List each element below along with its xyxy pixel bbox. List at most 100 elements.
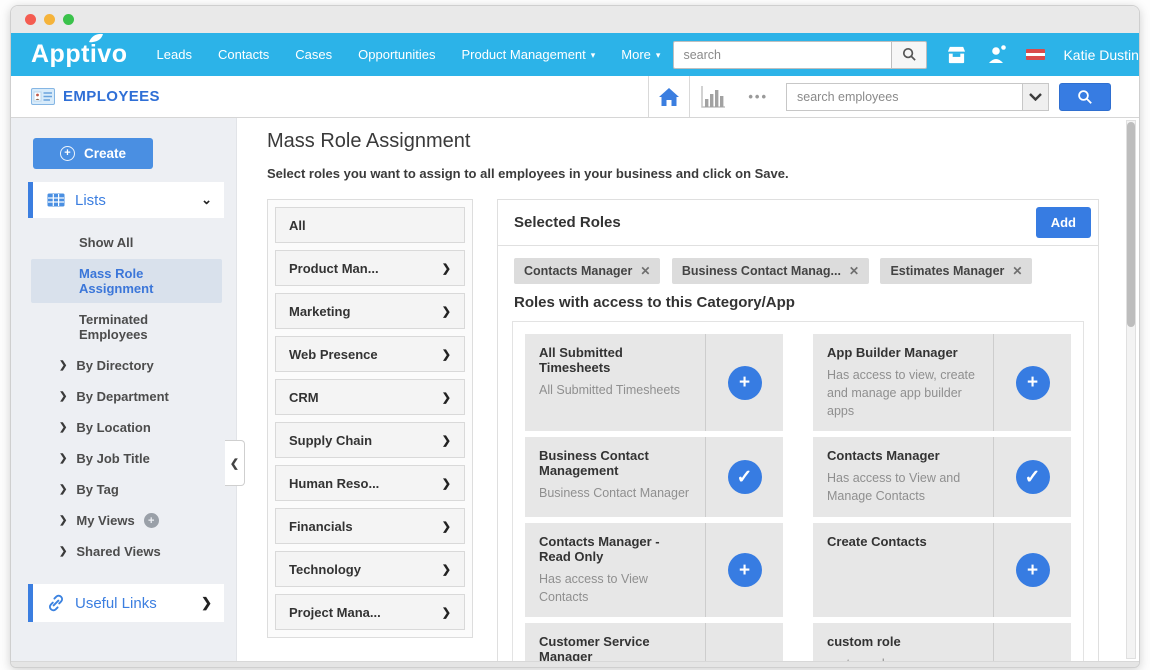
category-technology[interactable]: Technology❯ bbox=[275, 551, 465, 587]
role-title: Contacts Manager - Read Only bbox=[539, 534, 691, 564]
chevron-right-icon: ❯ bbox=[442, 520, 451, 533]
window-bottom-edge bbox=[11, 661, 1139, 667]
bar-chart-icon bbox=[698, 84, 728, 110]
user-name: Katie Dustin bbox=[1063, 47, 1138, 63]
nav-more[interactable]: More▾ bbox=[608, 33, 673, 77]
apptivo-logo[interactable]: Apptivo bbox=[31, 40, 128, 69]
nav-contacts[interactable]: Contacts bbox=[205, 33, 282, 76]
category-web-presence[interactable]: Web Presence❯ bbox=[275, 336, 465, 372]
sidebar-item-by-job-title[interactable]: ❯By Job Title bbox=[31, 444, 222, 473]
role-card: Contacts ManagerHas access to View and M… bbox=[813, 437, 1071, 517]
sidebar-item-show-all[interactable]: Show All bbox=[31, 228, 222, 257]
chevron-right-icon: ❯ bbox=[201, 595, 212, 611]
chevron-right-icon: ❯ bbox=[442, 348, 451, 361]
vertical-scrollbar bbox=[1126, 120, 1136, 659]
useful-links-label: Useful Links bbox=[75, 595, 157, 612]
category-marketing[interactable]: Marketing❯ bbox=[275, 293, 465, 329]
chevron-right-icon: ❯ bbox=[442, 563, 451, 576]
category-human-resources[interactable]: Human Reso...❯ bbox=[275, 465, 465, 501]
search-icon bbox=[1077, 89, 1093, 105]
search-type-dropdown[interactable] bbox=[1022, 83, 1049, 111]
chevron-right-icon: ❯ bbox=[59, 546, 67, 557]
window-zoom-button[interactable] bbox=[63, 14, 74, 25]
chevron-down-icon bbox=[1029, 93, 1042, 101]
employee-search-button[interactable] bbox=[1059, 83, 1111, 111]
active-accent-bar bbox=[28, 584, 33, 622]
apptivo-logo-text: Apptivo bbox=[31, 40, 128, 68]
more-options-icon[interactable]: ••• bbox=[736, 89, 780, 104]
nav-product-management[interactable]: Product Management▾ bbox=[448, 33, 608, 77]
category-project-management[interactable]: Project Mana...❯ bbox=[275, 594, 465, 630]
role-title: custom role bbox=[827, 634, 979, 649]
chevron-right-icon: ❯ bbox=[59, 484, 67, 495]
sidebar-item-lists[interactable]: Lists ⌄ bbox=[33, 182, 224, 218]
reports-button[interactable] bbox=[690, 76, 736, 117]
global-search bbox=[673, 41, 927, 69]
category-crm[interactable]: CRM❯ bbox=[275, 379, 465, 415]
selected-role-button[interactable]: ✓ bbox=[728, 460, 762, 494]
nav-opportunities[interactable]: Opportunities bbox=[345, 33, 448, 76]
top-navbar: Apptivo Leads Contacts Cases Opportuniti… bbox=[11, 33, 1139, 76]
roles-panel: Selected Roles Add Contacts Manager✕ Bus… bbox=[497, 199, 1099, 661]
sidebar: + Create Lists ⌄ Show All Mass Role Assi… bbox=[11, 118, 237, 661]
role-description: Has access to View Contacts bbox=[539, 570, 691, 606]
sidebar-item-useful-links[interactable]: Useful Links ❯ bbox=[33, 584, 224, 622]
plus-icon: + bbox=[60, 146, 75, 161]
sidebar-item-my-views[interactable]: ❯My Views+ bbox=[31, 506, 222, 535]
search-icon bbox=[902, 47, 917, 62]
sidebar-item-mass-role-assignment[interactable]: Mass Role Assignment bbox=[31, 259, 222, 303]
page-subtitle: Select roles you want to assign to all e… bbox=[267, 166, 1099, 181]
global-search-button[interactable] bbox=[891, 41, 927, 69]
selected-role-button[interactable]: ✓ bbox=[1016, 460, 1050, 494]
window-close-button[interactable] bbox=[25, 14, 36, 25]
scrollbar-thumb[interactable] bbox=[1127, 122, 1135, 327]
caret-down-icon: ▾ bbox=[656, 50, 661, 60]
app-bar: EMPLOYEES ••• bbox=[11, 76, 1139, 118]
link-icon bbox=[47, 594, 65, 612]
sidebar-item-by-department[interactable]: ❯By Department bbox=[31, 382, 222, 411]
caret-down-icon: ▾ bbox=[591, 50, 596, 60]
category-all[interactable]: All bbox=[275, 207, 465, 243]
role-chip[interactable]: Estimates Manager✕ bbox=[880, 258, 1032, 284]
browser-window: Apptivo Leads Contacts Cases Opportuniti… bbox=[10, 5, 1140, 668]
sidebar-item-by-location[interactable]: ❯By Location bbox=[31, 413, 222, 442]
chevron-right-icon: ❯ bbox=[442, 391, 451, 404]
sidebar-item-by-directory[interactable]: ❯By Directory bbox=[31, 351, 222, 380]
add-role-button[interactable]: + bbox=[728, 553, 762, 587]
category-supply-chain[interactable]: Supply Chain❯ bbox=[275, 422, 465, 458]
window-minimize-button[interactable] bbox=[44, 14, 55, 25]
user-notifications-icon[interactable] bbox=[986, 44, 1008, 65]
user-menu[interactable]: Katie Dustin ▾ bbox=[1063, 47, 1140, 63]
close-icon[interactable]: ✕ bbox=[849, 264, 859, 278]
sidebar-collapse-handle[interactable]: ❮ bbox=[225, 440, 245, 486]
close-icon[interactable]: ✕ bbox=[1012, 264, 1022, 278]
selected-role-chips: Contacts Manager✕ Business Contact Manag… bbox=[498, 246, 1098, 288]
role-card: Create Contacts + bbox=[813, 523, 1071, 617]
add-role-button[interactable]: + bbox=[1016, 553, 1050, 587]
category-product-management[interactable]: Product Man...❯ bbox=[275, 250, 465, 286]
role-chip[interactable]: Contacts Manager✕ bbox=[514, 258, 660, 284]
store-icon[interactable] bbox=[945, 45, 968, 65]
role-card: App Builder ManagerHas access to view, c… bbox=[813, 334, 1071, 431]
role-description: Has access to View and Manage Contacts bbox=[827, 469, 979, 505]
global-search-input[interactable] bbox=[673, 41, 891, 69]
nav-cases[interactable]: Cases bbox=[282, 33, 345, 76]
add-role-button[interactable]: + bbox=[728, 366, 762, 400]
category-list: All Product Man...❯ Marketing❯ Web Prese… bbox=[267, 199, 473, 638]
role-chip[interactable]: Business Contact Manag...✕ bbox=[672, 258, 869, 284]
home-button[interactable] bbox=[648, 76, 690, 117]
create-button[interactable]: + Create bbox=[33, 138, 153, 169]
role-card: Contacts Manager - Read Only Has access t… bbox=[525, 523, 783, 617]
sidebar-item-shared-views[interactable]: ❯Shared Views bbox=[31, 537, 222, 566]
role-title: Customer Service Manager bbox=[539, 634, 691, 661]
nav-leads[interactable]: Leads bbox=[144, 33, 205, 76]
add-button[interactable]: Add bbox=[1036, 207, 1091, 238]
add-view-icon[interactable]: + bbox=[144, 513, 159, 528]
sidebar-item-by-tag[interactable]: ❯By Tag bbox=[31, 475, 222, 504]
close-icon[interactable]: ✕ bbox=[640, 264, 650, 278]
role-description: Has access to view, create and manage ap… bbox=[827, 366, 979, 420]
sidebar-item-terminated-employees[interactable]: Terminated Employees bbox=[31, 305, 222, 349]
category-financials[interactable]: Financials❯ bbox=[275, 508, 465, 544]
employee-search-input[interactable] bbox=[786, 83, 1022, 111]
add-role-button[interactable]: + bbox=[1016, 366, 1050, 400]
